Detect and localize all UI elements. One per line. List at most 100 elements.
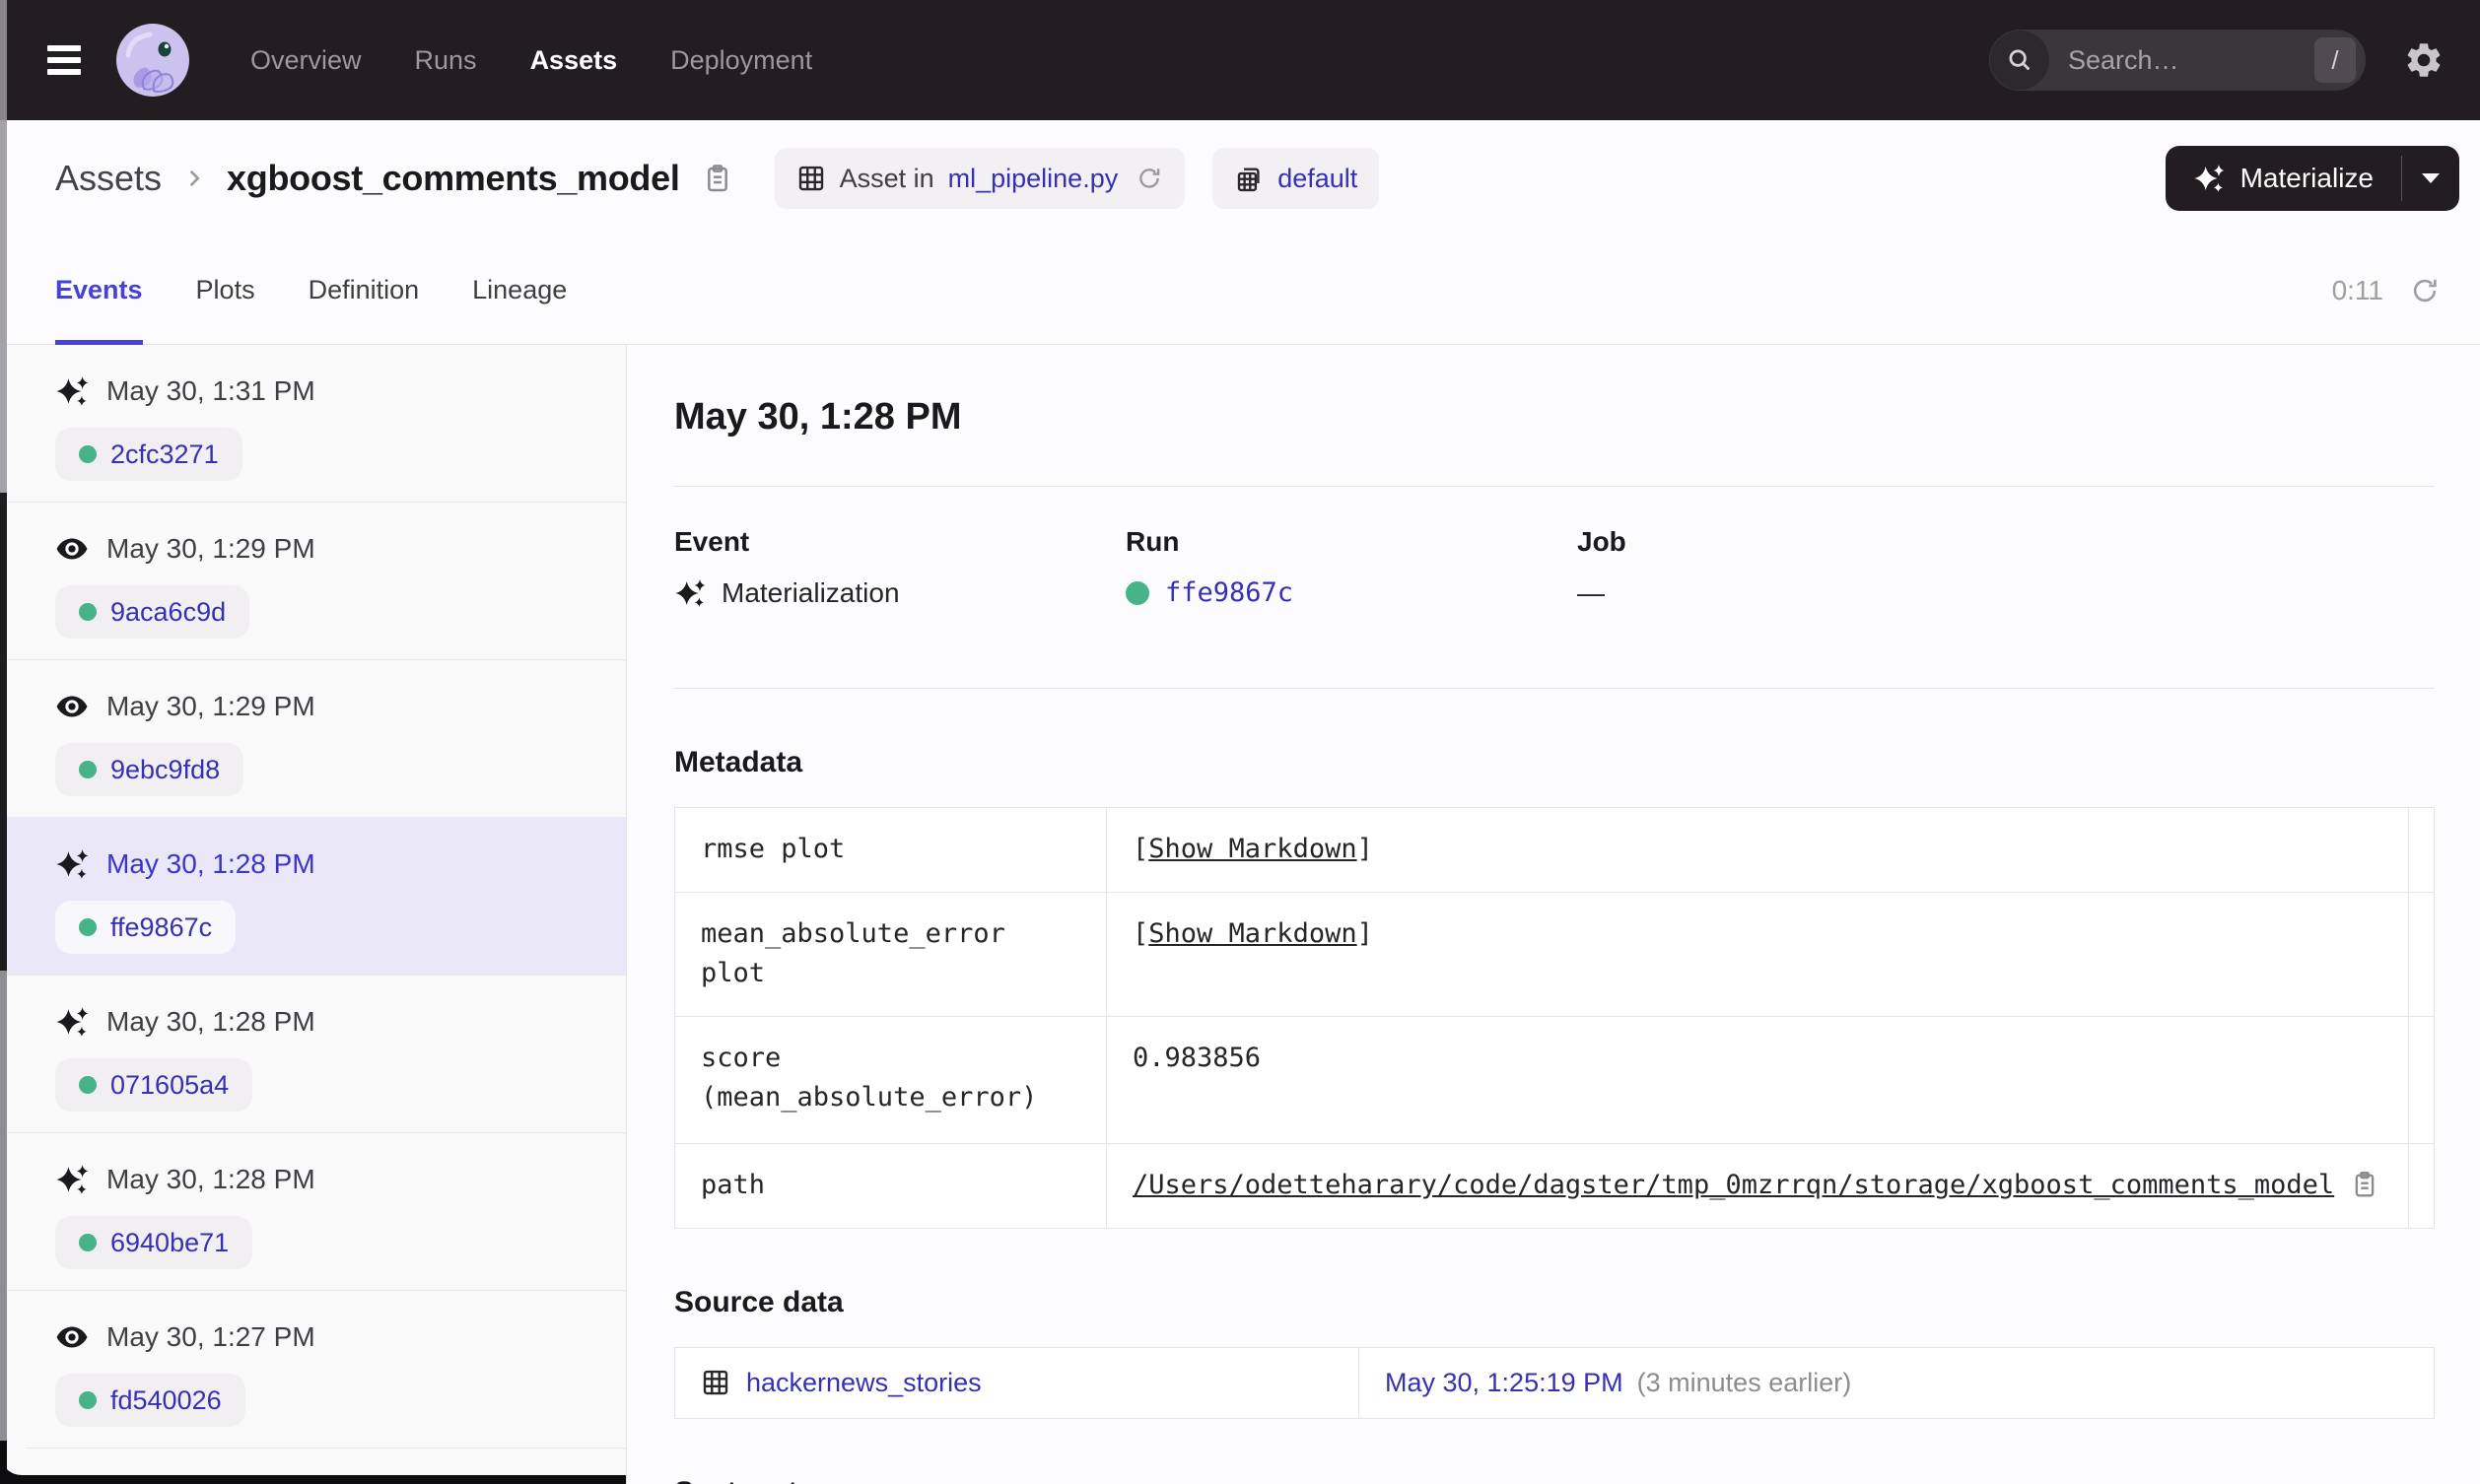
table-grid-icon: [703, 1370, 728, 1395]
nav-item-runs[interactable]: Runs: [415, 45, 477, 76]
event-list-item[interactable]: May 30, 1:31 PM 2cfc3271: [0, 345, 626, 503]
gear-icon[interactable]: [2403, 39, 2445, 81]
event-timestamp: May 30, 1:28 PM: [106, 1006, 315, 1037]
events-sidebar: May 30, 1:31 PM 2cfc3271 May 30, 1:29 PM…: [0, 345, 627, 1484]
run-status-dot: [79, 918, 97, 936]
materialize-button[interactable]: Materialize: [2166, 146, 2401, 211]
metadata-key: mean_absolute_error plot: [675, 892, 1107, 1016]
storage-path-link[interactable]: /Users/odetteharary/code/dagster/tmp_0mz…: [1133, 1166, 2334, 1206]
run-status-dot: [79, 1076, 97, 1094]
job-label: Job: [1577, 526, 1626, 557]
screen-edge-artifact: [0, 0, 7, 1484]
materialization-sparkle-icon: [56, 849, 89, 879]
run-id-link: 071605a4: [110, 1069, 230, 1100]
show-markdown-link[interactable]: Show Markdown: [1148, 918, 1356, 949]
event-summary-row: Event Materialization Run ffe9867c Job —: [674, 526, 2435, 609]
run-id-link: 9aca6c9d: [110, 596, 227, 627]
materialize-button-label: Materialize: [2239, 163, 2374, 193]
run-status-dot: [79, 761, 97, 778]
run-badge[interactable]: 2cfc3271: [55, 428, 242, 481]
event-list-item[interactable]: May 30, 1:27 PM fd540026: [0, 1291, 626, 1449]
event-list-item[interactable]: May 30, 1:28 PM 071605a4: [0, 976, 626, 1133]
search-shortcut-key: /: [2314, 37, 2356, 83]
layered-grid-icon: [1238, 168, 1260, 192]
run-status-dot: [79, 445, 97, 463]
run-id-link[interactable]: ffe9867c: [1165, 577, 1293, 608]
nav-item-assets[interactable]: Assets: [530, 45, 618, 76]
metadata-table: rmse plot [Show Markdown] mean_absolute_…: [674, 807, 2435, 1229]
search-input[interactable]: Search… /: [1989, 30, 2366, 91]
event-timestamp: May 30, 1:28 PM: [106, 1164, 315, 1194]
event-list-item[interactable]: May 30, 1:29 PM 9aca6c9d: [0, 503, 626, 660]
run-badge[interactable]: ffe9867c: [55, 901, 237, 954]
run-badge[interactable]: 6940be71: [55, 1216, 253, 1269]
event-label: Event: [674, 526, 750, 557]
table-row: hackernews_stories May 30, 1:25:19 PM (3…: [675, 1347, 2434, 1418]
auto-refresh-area: 0:11: [2332, 236, 2441, 344]
asset-name-title: xgboost_comments_model: [227, 158, 680, 198]
event-detail-panel: May 30, 1:28 PM Event Materialization Ru…: [627, 345, 2480, 1484]
materialization-sparkle-icon: [56, 1007, 89, 1037]
event-list-item[interactable]: May 30, 1:29 PM 9ebc9fd8: [0, 660, 626, 818]
tab-events[interactable]: Events: [55, 236, 143, 345]
content-area: May 30, 1:31 PM 2cfc3271 May 30, 1:29 PM…: [0, 345, 2480, 1484]
job-value: —: [1577, 577, 1605, 608]
event-timestamp: May 30, 1:29 PM: [106, 533, 315, 564]
nav-item-overview[interactable]: Overview: [250, 45, 362, 76]
show-markdown-link[interactable]: Show Markdown: [1148, 834, 1356, 864]
event-column: Event Materialization: [674, 526, 1126, 609]
caret-down-icon: [2422, 173, 2440, 183]
copy-path-icon[interactable]: [2350, 1170, 2379, 1199]
asset-group-badge: default: [1212, 148, 1380, 209]
definition-file-link[interactable]: ml_pipeline.py: [948, 164, 1119, 194]
metadata-markdown-cell: [Show Markdown]: [1133, 917, 1373, 949]
copy-asset-name-icon[interactable]: [702, 163, 733, 194]
primary-nav: Overview Runs Assets Deployment: [250, 45, 812, 76]
refresh-icon[interactable]: [2409, 275, 2441, 306]
run-id-link: 2cfc3271: [110, 438, 219, 469]
nav-item-deployment[interactable]: Deployment: [670, 45, 812, 76]
tab-definition[interactable]: Definition: [309, 236, 420, 344]
event-timestamp: May 30, 1:29 PM: [106, 691, 315, 721]
source-timestamp-link[interactable]: May 30, 1:25:19 PM: [1385, 1368, 1623, 1398]
tab-lineage[interactable]: Lineage: [472, 236, 567, 344]
run-status-dot: [79, 603, 97, 621]
event-timestamp: May 30, 1:28 PM: [106, 848, 315, 879]
run-badge[interactable]: 9aca6c9d: [55, 585, 250, 639]
divider: [674, 688, 2435, 689]
dagster-logo[interactable]: [114, 22, 191, 99]
run-status-dot: [79, 1234, 97, 1251]
materialize-split-button: Materialize: [2165, 146, 2459, 211]
materialize-dropdown-button[interactable]: [2402, 146, 2459, 211]
refresh-timer: 0:11: [2331, 274, 2383, 305]
run-badge[interactable]: 9ebc9fd8: [55, 743, 244, 796]
run-badge[interactable]: fd540026: [55, 1374, 245, 1427]
table-row: rmse plot [Show Markdown]: [675, 808, 2434, 892]
source-data-heading: Source data: [674, 1285, 844, 1318]
breadcrumb-assets-link[interactable]: Assets: [55, 158, 162, 199]
run-id-link: 6940be71: [110, 1227, 230, 1257]
run-label: Run: [1126, 526, 1180, 557]
source-asset-link[interactable]: hackernews_stories: [746, 1368, 982, 1398]
search-icon: [1990, 31, 2049, 90]
event-list-item[interactable]: May 30, 1:28 PM 6940be71: [0, 1133, 626, 1291]
event-type-value: Materialization: [722, 577, 900, 608]
run-status-dot: [1126, 580, 1149, 605]
table-end-column: [2408, 892, 2434, 1016]
tab-plots[interactable]: Plots: [196, 236, 255, 344]
table-row: mean_absolute_error plot [Show Markdown]: [675, 891, 2434, 1016]
run-id-link: ffe9867c: [110, 911, 213, 942]
run-badge[interactable]: 071605a4: [55, 1058, 253, 1112]
event-list-item-selected[interactable]: May 30, 1:28 PM ffe9867c: [0, 818, 626, 976]
reload-definition-icon[interactable]: [1136, 165, 1163, 192]
menu-icon[interactable]: [47, 45, 81, 75]
chevron-right-icon: [181, 166, 207, 191]
definition-badge-prefix: Asset in: [839, 163, 934, 193]
table-row: score (mean_absolute_error) 0.983856: [675, 1015, 2434, 1143]
dagster-asset-page: Overview Runs Assets Deployment Search… …: [0, 0, 2480, 1484]
table-grid-icon: [798, 166, 823, 191]
metadata-key: rmse plot: [675, 808, 1107, 892]
system-tags-heading: System tags: [674, 1476, 2435, 1484]
group-default-link[interactable]: default: [1277, 164, 1357, 194]
metadata-score-value: 0.983856: [1133, 1042, 1262, 1073]
